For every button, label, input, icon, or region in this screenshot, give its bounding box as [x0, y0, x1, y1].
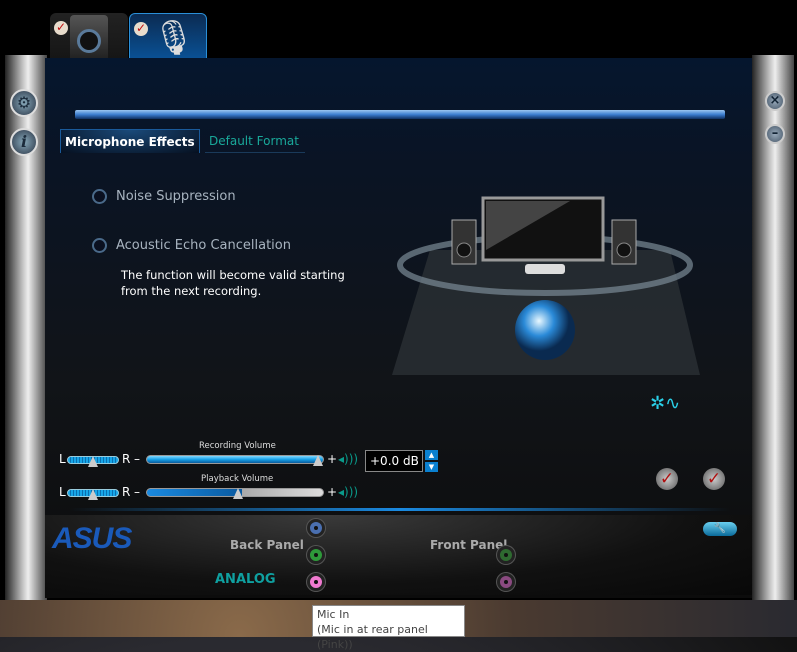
right-label: R [122, 485, 131, 499]
tab-microphone-effects[interactable]: Microphone Effects [60, 129, 200, 153]
audio-wave-fan-icon: ✲∿ [650, 393, 681, 414]
volume-up-label: + [327, 452, 338, 466]
left-label: L [59, 452, 66, 466]
room-illustration [392, 196, 700, 375]
back-jack-pink[interactable] [307, 573, 325, 591]
speaker-volume-icon[interactable]: ◂))) [338, 485, 358, 499]
default-check-icon: ✓ [134, 21, 148, 36]
tab-default-format[interactable]: Default Format [205, 129, 305, 153]
front-panel-label: Front Panel [430, 538, 508, 552]
tooltip: Mic In (Mic in at rear panel (Pink)) [312, 605, 465, 651]
recording-volume-thumb[interactable] [313, 455, 323, 466]
wrench-settings-icon[interactable]: 🔧 [703, 522, 737, 536]
asus-logo: ASUS [52, 522, 132, 555]
speaker-volume-icon[interactable]: ◂))) [338, 452, 358, 466]
left-label: L [59, 485, 66, 499]
info-icon[interactable]: i [10, 128, 38, 156]
db-down-arrow-icon[interactable]: ▼ [425, 462, 438, 472]
set-default-check-icon[interactable]: ✓ [703, 468, 725, 490]
playback-balance-thumb[interactable] [88, 489, 98, 500]
tooltip-title: Mic In [317, 608, 350, 621]
divider [70, 508, 730, 511]
apply-check-icon[interactable]: ✓ [656, 468, 678, 490]
jack-panel [45, 515, 752, 595]
playback-volume-thumb[interactable] [233, 488, 243, 499]
front-jack-pink[interactable] [497, 573, 515, 591]
front-jack-green[interactable] [497, 546, 515, 564]
header-bar [75, 110, 725, 119]
recording-volume-slider[interactable] [146, 455, 324, 464]
tooltip-detail: (Mic in at rear panel (Pink)) [317, 623, 428, 651]
playback-volume-label: Playback Volume [201, 474, 274, 484]
volume-down-label: – [134, 452, 140, 466]
back-jack-green[interactable] [307, 546, 325, 564]
db-value-field[interactable]: +0.0 dB [365, 450, 423, 472]
volume-up-label: + [327, 485, 338, 499]
minimize-icon[interactable]: – [765, 124, 785, 144]
recording-volume-label: Recording Volume [199, 441, 276, 451]
analog-label: ANALOG [215, 572, 276, 587]
settings-gear-icon[interactable]: ⚙ [10, 89, 38, 117]
back-panel-label: Back Panel [230, 538, 304, 552]
noise-suppression-label: Noise Suppression [116, 189, 236, 204]
default-check-icon: ✓ [54, 20, 68, 35]
close-icon[interactable]: × [765, 91, 785, 111]
db-up-arrow-icon[interactable]: ▲ [425, 450, 438, 460]
recording-balance-thumb[interactable] [88, 456, 98, 467]
volume-down-label: – [134, 485, 140, 499]
echo-cancellation-radio[interactable] [92, 238, 107, 253]
right-label: R [122, 452, 131, 466]
effect-note: The function will become valid starting … [121, 268, 345, 298]
noise-suppression-radio[interactable] [92, 189, 107, 204]
back-jack-blue[interactable] [307, 519, 325, 537]
echo-cancellation-label: Acoustic Echo Cancellation [116, 238, 291, 253]
